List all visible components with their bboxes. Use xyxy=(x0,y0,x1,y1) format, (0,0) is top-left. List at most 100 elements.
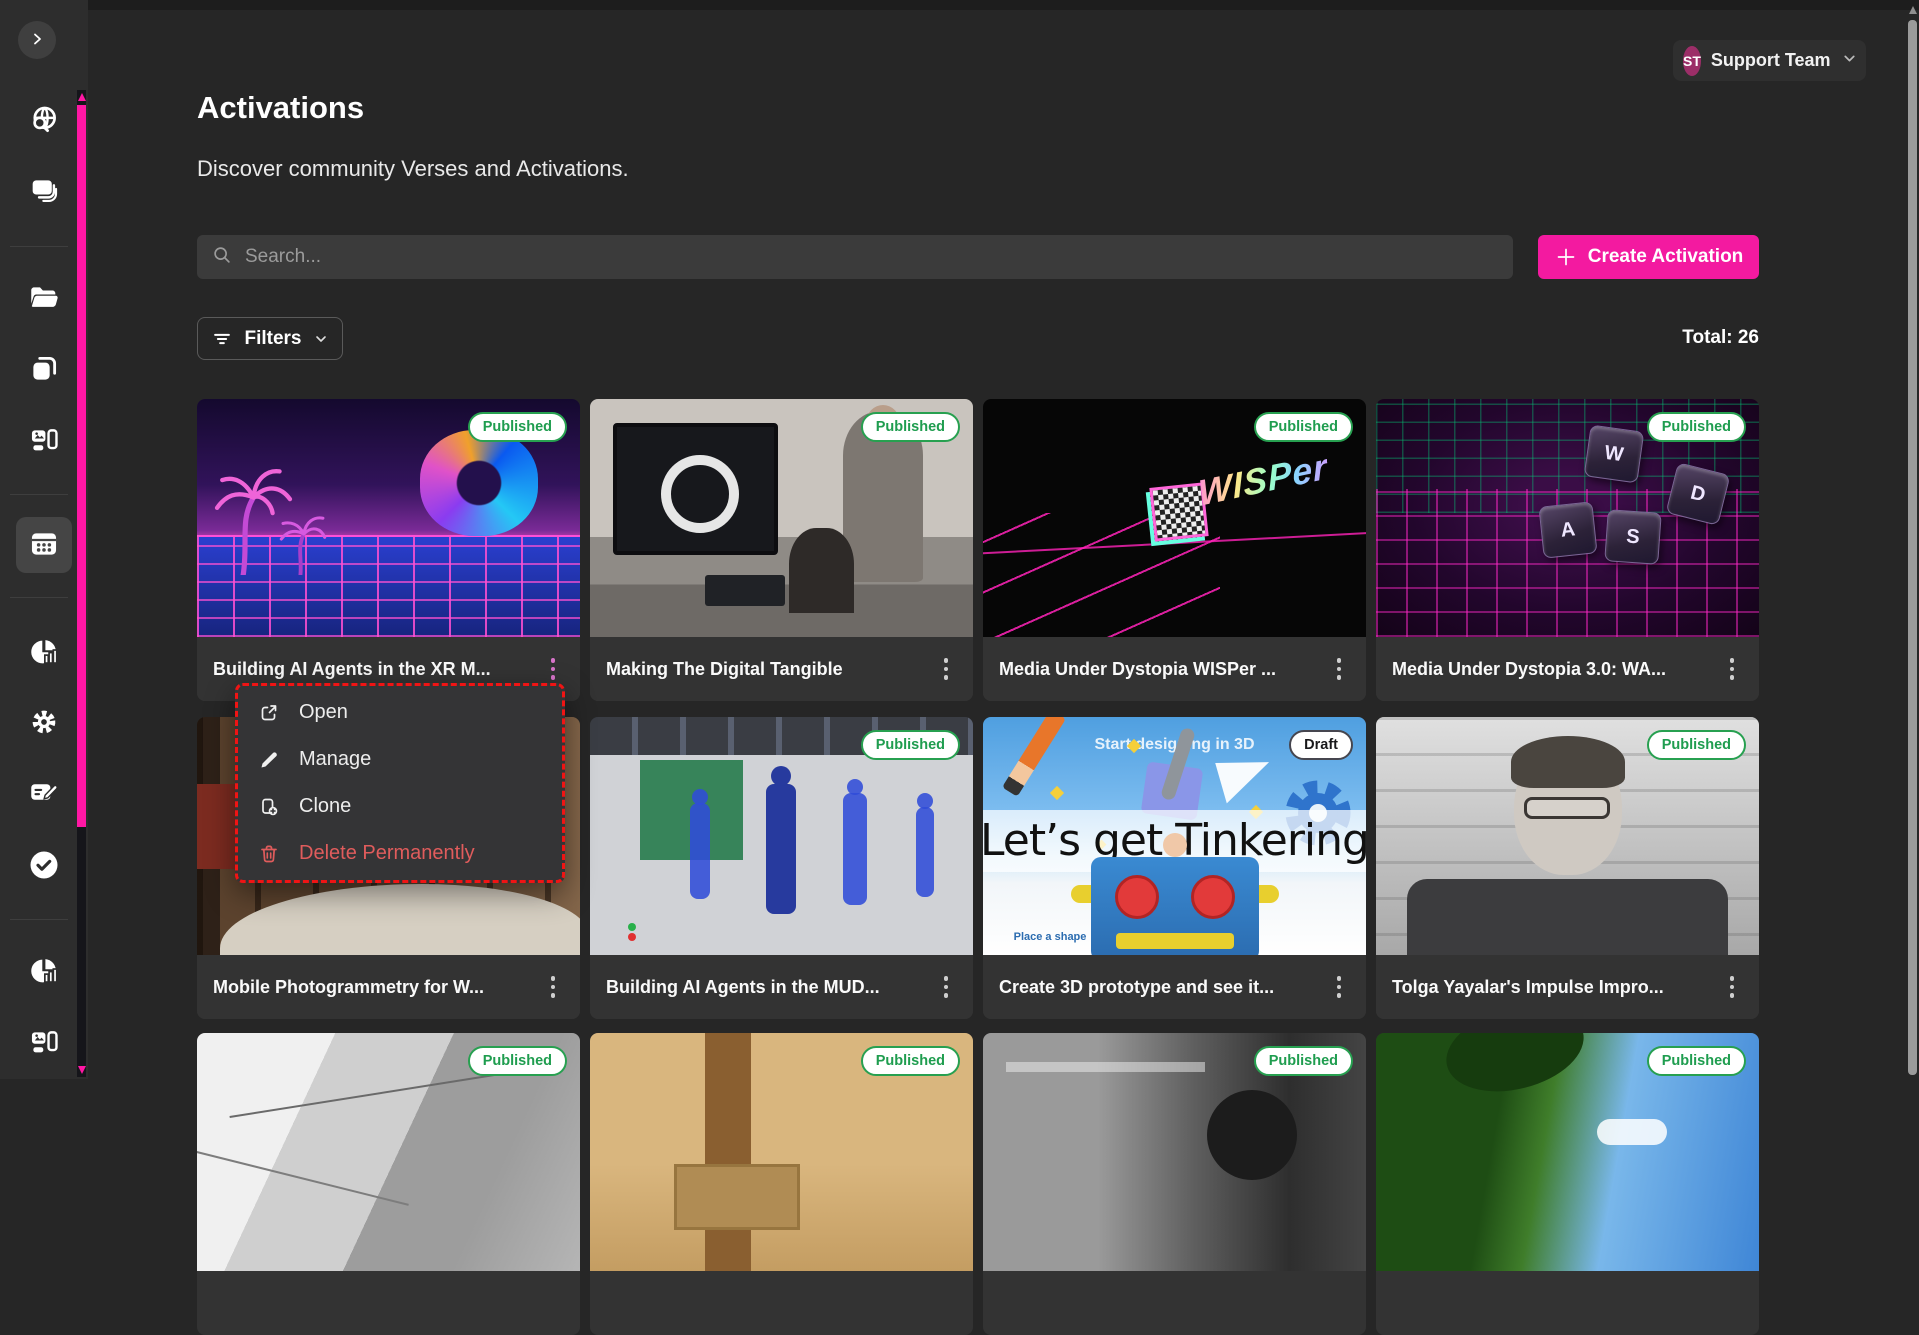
sidebar-item-settings[interactable] xyxy=(24,703,64,743)
gear-icon xyxy=(27,705,61,742)
palm-trees-art xyxy=(205,428,335,576)
sidebar-item-activations[interactable] xyxy=(24,525,64,565)
context-menu-item-open[interactable]: Open xyxy=(238,689,562,736)
context-menu: Open Manage Clone Delete Permanently xyxy=(235,683,565,883)
pencil-icon xyxy=(257,748,281,772)
trash-icon xyxy=(257,842,281,866)
filters-button[interactable]: Filters xyxy=(197,317,343,360)
context-menu-label: Open xyxy=(299,701,348,724)
avatar: ST xyxy=(1683,46,1701,76)
chevron-down-icon xyxy=(313,331,329,347)
sidebar xyxy=(0,0,88,1079)
context-menu-label: Manage xyxy=(299,748,371,771)
figure-art xyxy=(766,784,796,914)
keycap-art: S xyxy=(1604,509,1661,565)
axis-marker-art xyxy=(628,933,636,941)
status-badge: Published xyxy=(861,412,960,442)
context-menu-label: Delete Permanently xyxy=(299,842,475,865)
filters-label: Filters xyxy=(244,328,301,350)
context-menu-item-clone[interactable]: Clone xyxy=(238,783,562,830)
sidebar-item-collections[interactable] xyxy=(24,350,64,390)
card-footer: Create 3D prototype and see it... xyxy=(983,955,1366,1019)
context-menu-item-delete[interactable]: Delete Permanently xyxy=(238,830,562,877)
card-menu-button[interactable] xyxy=(1717,966,1747,1008)
card-footer: Mobile Photogrammetry for W... xyxy=(197,955,580,1019)
card-menu-button[interactable] xyxy=(931,648,961,690)
stacked-cards-icon xyxy=(27,174,61,211)
sidebar-item-files[interactable] xyxy=(24,279,64,319)
sidebar-scrollbar-thumb[interactable] xyxy=(77,105,86,827)
activation-card[interactable]: Published Making The Digital Tangible xyxy=(590,399,973,701)
sidebar-divider xyxy=(10,494,68,495)
status-badge: Published xyxy=(1647,730,1746,760)
activation-card[interactable]: Published xyxy=(983,1033,1366,1335)
card-footer: Tolga Yayalar's Impulse Impro... xyxy=(1376,955,1759,1019)
sidebar-divider xyxy=(10,597,68,598)
activation-card[interactable]: W A S D Published Media Under Dystopia 3… xyxy=(1376,399,1759,701)
activation-card[interactable]: Start designing in 3D Let’s get Tinkerin… xyxy=(983,717,1366,1019)
sidebar-divider xyxy=(10,246,68,247)
filter-icon xyxy=(211,328,233,350)
sidebar-item-gallery[interactable] xyxy=(24,1024,64,1064)
sidebar-item-media[interactable] xyxy=(24,422,64,462)
sidebar-scrollbar[interactable] xyxy=(77,90,86,1077)
card-title: Tolga Yayalar's Impulse Impro... xyxy=(1392,977,1717,998)
card-title: Media Under Dystopia WISPer ... xyxy=(999,659,1324,680)
thumbnail-hint-text: Place a shape xyxy=(1014,931,1087,943)
keycap-art: D xyxy=(1665,462,1730,526)
wisper-art-text: WISPer xyxy=(1197,445,1329,515)
activation-card[interactable]: Published xyxy=(197,1033,580,1335)
sidebar-divider xyxy=(10,919,68,920)
figure-art xyxy=(843,793,867,905)
sidebar-item-licenses[interactable] xyxy=(24,773,64,813)
card-menu-button[interactable] xyxy=(1717,648,1747,690)
card-menu-button[interactable] xyxy=(1324,648,1354,690)
activation-card[interactable]: WISPer Published Media Under Dystopia WI… xyxy=(983,399,1366,701)
page-scrollbar-thumb[interactable] xyxy=(1908,20,1917,1075)
card-footer: Building AI Agents in the MUD... xyxy=(590,955,973,1019)
user-menu[interactable]: ST Support Team xyxy=(1673,40,1866,81)
search-input[interactable] xyxy=(243,245,1499,269)
sidebar-item-verses[interactable] xyxy=(24,172,64,212)
activation-card[interactable]: Published xyxy=(1376,1033,1759,1335)
person-art xyxy=(789,528,854,614)
card-footer: Media Under Dystopia 3.0: WA... xyxy=(1376,637,1759,701)
chevron-right-icon xyxy=(29,31,45,50)
copy-pages-icon xyxy=(27,352,61,389)
activation-card[interactable]: Published Building AI Agents in the MUD.… xyxy=(590,717,973,1019)
calendar-grid-icon xyxy=(27,527,61,564)
status-badge: Published xyxy=(468,412,567,442)
card-footer: Making The Digital Tangible xyxy=(590,637,973,701)
create-activation-button[interactable]: Create Activation xyxy=(1538,235,1759,279)
activation-card[interactable]: Published Tolga Yayalar's Impulse Impro.… xyxy=(1376,717,1759,1019)
card-title: Building AI Agents in the XR M... xyxy=(213,659,538,680)
figure-art xyxy=(690,803,710,899)
scroll-up-arrow[interactable] xyxy=(1909,6,1917,14)
sparkle-art xyxy=(1050,786,1064,800)
search-box xyxy=(197,235,1513,279)
sidebar-expand-button[interactable] xyxy=(18,21,56,59)
create-activation-label: Create Activation xyxy=(1588,246,1744,268)
status-badge: Published xyxy=(1254,1046,1353,1076)
card-edit-icon xyxy=(27,775,61,812)
card-menu-button[interactable] xyxy=(1324,966,1354,1008)
open-external-icon xyxy=(257,701,281,725)
robot-art xyxy=(1091,857,1259,955)
sidebar-item-approvals[interactable] xyxy=(24,846,64,886)
monitor-art xyxy=(613,423,778,555)
sidebar-item-discover[interactable] xyxy=(24,101,64,141)
activation-card[interactable]: Published Building AI Agents in the XR M… xyxy=(197,399,580,701)
media-layout-icon xyxy=(27,1026,61,1063)
sidebar-item-reports[interactable] xyxy=(24,952,64,992)
keycap-art: A xyxy=(1538,501,1597,558)
user-name: Support Team xyxy=(1711,50,1831,71)
sidebar-item-analytics[interactable] xyxy=(24,633,64,673)
activation-card[interactable]: Published xyxy=(590,1033,973,1335)
page-scrollbar[interactable] xyxy=(1908,0,1917,1079)
scroll-down-arrow[interactable] xyxy=(78,1066,86,1074)
context-menu-item-manage[interactable]: Manage xyxy=(238,736,562,783)
window-top-edge xyxy=(0,0,1919,10)
card-menu-button[interactable] xyxy=(538,966,568,1008)
card-menu-button[interactable] xyxy=(931,966,961,1008)
scroll-up-arrow[interactable] xyxy=(78,93,86,101)
